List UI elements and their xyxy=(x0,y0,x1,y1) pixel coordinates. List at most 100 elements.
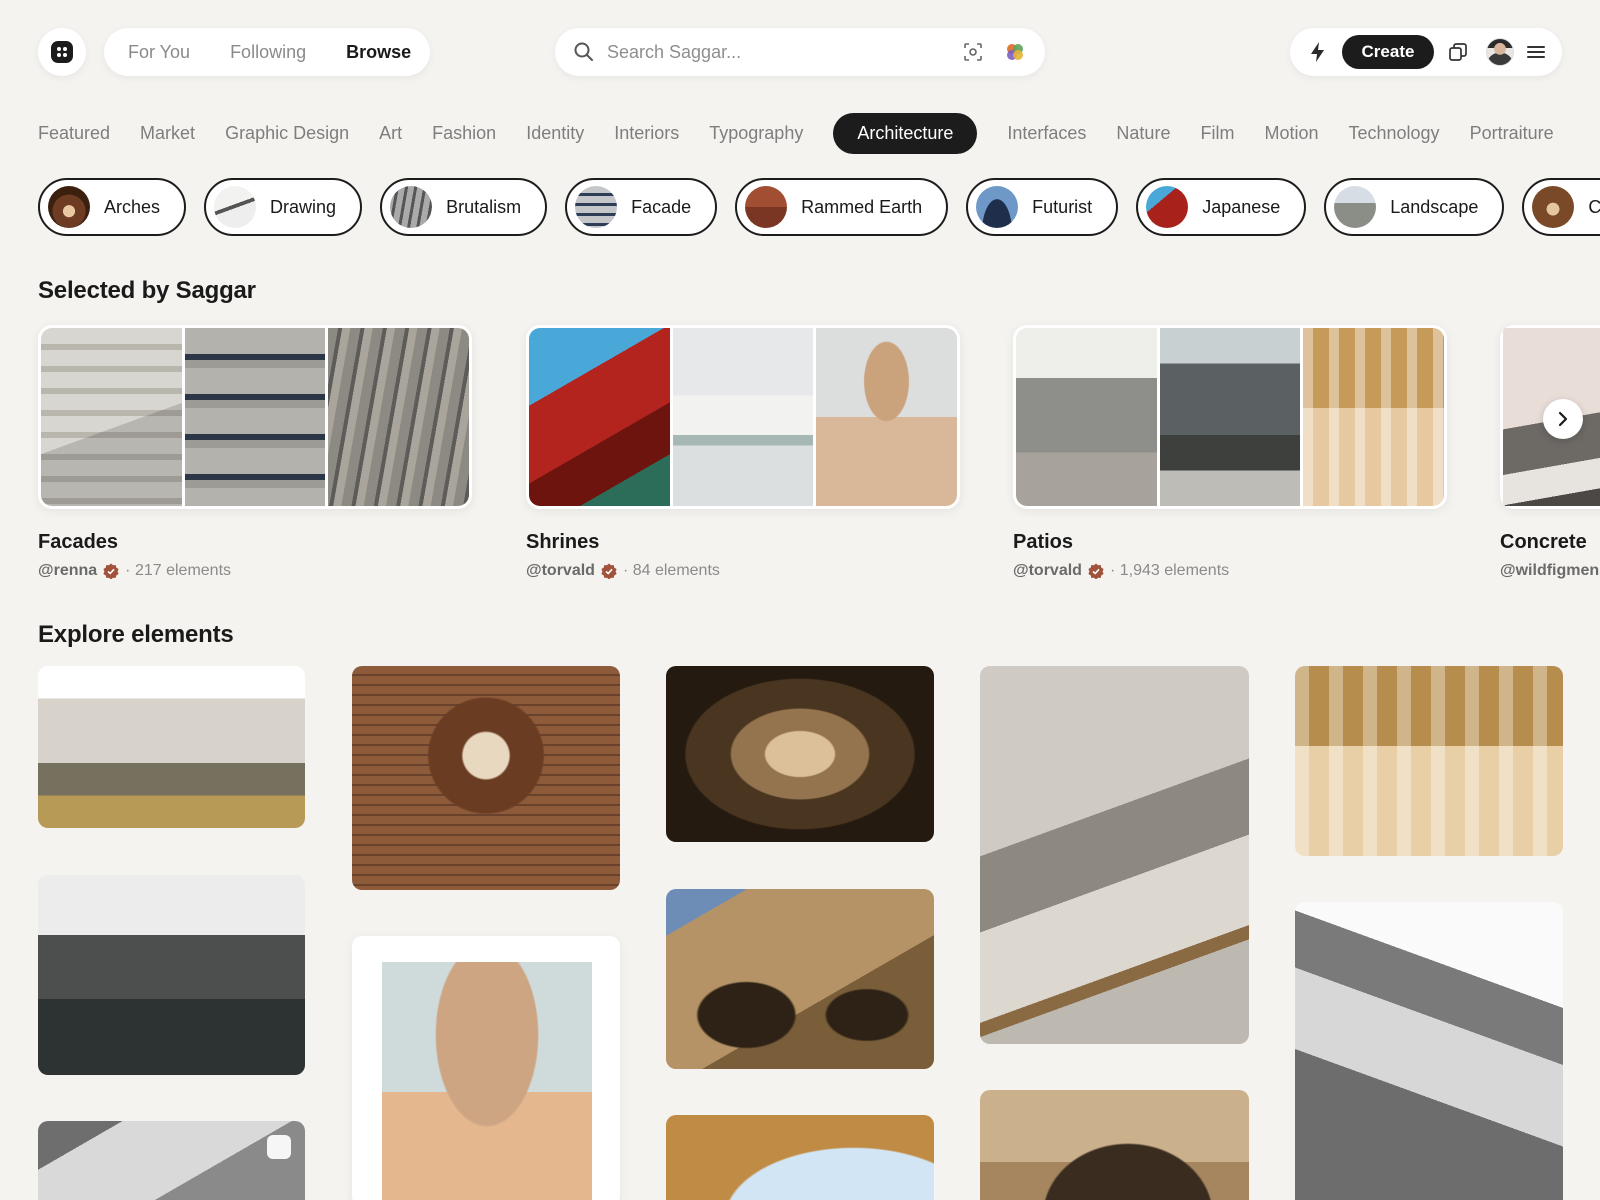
collection-author[interactable]: @wildfigmen xyxy=(1500,562,1599,580)
chip-arches[interactable]: Arches xyxy=(38,178,187,236)
menu-icon[interactable] xyxy=(1526,43,1546,61)
chip-thumbnail xyxy=(1146,186,1189,228)
copy-icon[interactable] xyxy=(1448,42,1468,62)
category-nature[interactable]: Nature xyxy=(1116,123,1170,144)
element-tile[interactable] xyxy=(352,666,620,890)
logo-button[interactable] xyxy=(38,28,86,76)
collection-meta: @torvald · 1,943 elements xyxy=(1013,562,1447,580)
category-architecture[interactable]: Architecture xyxy=(833,112,978,154)
preview-image xyxy=(1159,328,1301,506)
chip-label: Drawing xyxy=(270,196,337,217)
verified-icon xyxy=(1088,563,1104,579)
avatar[interactable] xyxy=(1486,38,1514,66)
collection-meta: @wildfigmen xyxy=(1500,562,1600,580)
element-tile[interactable] xyxy=(980,1090,1249,1200)
category-fashion[interactable]: Fashion xyxy=(432,123,496,144)
preview-image xyxy=(41,328,182,506)
mode-tabs: For You Following Browse xyxy=(104,28,430,76)
category-nav: Featured Market Graphic Design Art Fashi… xyxy=(38,112,1600,154)
category-interfaces[interactable]: Interfaces xyxy=(1007,123,1086,144)
category-featured[interactable]: Featured xyxy=(38,123,110,144)
element-tile[interactable] xyxy=(352,936,620,1200)
collection-card[interactable]: Concrete @wildfigmen xyxy=(1500,325,1600,580)
element-tile[interactable] xyxy=(666,889,934,1069)
collection-count: · 217 elements xyxy=(125,562,232,579)
chip-thumbnail xyxy=(745,186,788,228)
category-portraiture[interactable]: Portraiture xyxy=(1470,123,1554,144)
collection-card[interactable]: Patios @torvald · 1,943 elements xyxy=(1013,325,1447,580)
collection-card[interactable]: Shrines @torvald · 84 elements xyxy=(526,325,960,580)
collection-title: Patios xyxy=(1013,531,1074,553)
category-typography[interactable]: Typography xyxy=(709,123,803,144)
chip-thumbnail xyxy=(390,186,433,228)
element-tile[interactable] xyxy=(980,666,1249,1044)
chip-co[interactable]: Co xyxy=(1522,178,1600,236)
select-checkbox[interactable] xyxy=(267,1135,291,1159)
chevron-right-icon xyxy=(1558,411,1568,427)
color-search-icon[interactable] xyxy=(1005,42,1025,62)
create-button[interactable]: Create xyxy=(1342,35,1434,69)
collection-card[interactable]: Facades @renna · 217 elements xyxy=(38,325,472,580)
element-tile[interactable] xyxy=(666,666,934,842)
chip-label: Japanese xyxy=(1202,196,1281,217)
tab-browse[interactable]: Browse xyxy=(346,42,411,63)
preview-image xyxy=(672,328,814,506)
chip-brutalism[interactable]: Brutalism xyxy=(380,178,548,236)
verified-icon xyxy=(601,563,617,579)
preview-image xyxy=(1016,328,1157,506)
tab-following[interactable]: Following xyxy=(230,42,306,63)
collection-author[interactable]: @torvald xyxy=(1013,562,1082,580)
search-icon xyxy=(574,42,593,61)
chip-landscape[interactable]: Landscape xyxy=(1324,178,1505,236)
preview-image xyxy=(529,328,670,506)
chip-label: Futurist xyxy=(1032,196,1093,217)
bolt-icon[interactable] xyxy=(1308,41,1328,63)
element-tile[interactable] xyxy=(1295,666,1563,856)
category-identity[interactable]: Identity xyxy=(526,123,584,144)
category-film[interactable]: Film xyxy=(1200,123,1234,144)
chip-label: Brutalism xyxy=(446,196,522,217)
collection-preview xyxy=(526,325,960,509)
chip-rammed-earth[interactable]: Rammed Earth xyxy=(735,178,949,236)
category-interiors[interactable]: Interiors xyxy=(614,123,679,144)
element-tile[interactable] xyxy=(666,1115,934,1200)
chip-label: Co xyxy=(1588,196,1600,217)
search-input[interactable] xyxy=(607,36,937,68)
chip-label: Arches xyxy=(104,196,161,217)
category-art[interactable]: Art xyxy=(379,123,402,144)
chip-label: Landscape xyxy=(1390,196,1479,217)
verified-icon xyxy=(103,563,119,579)
collection-author[interactable]: @renna xyxy=(38,562,97,580)
category-graphic-design[interactable]: Graphic Design xyxy=(225,123,349,144)
element-tile[interactable] xyxy=(1295,902,1563,1200)
chip-japanese[interactable]: Japanese xyxy=(1136,178,1307,236)
preview-image xyxy=(816,328,958,506)
page: For You Following Browse Search Saggar..… xyxy=(0,0,1600,1200)
visual-search-icon[interactable] xyxy=(963,42,983,62)
section-title-explore: Explore elements xyxy=(38,621,234,648)
chip-thumbnail xyxy=(1532,186,1575,228)
element-tile[interactable] xyxy=(38,875,305,1075)
category-motion[interactable]: Motion xyxy=(1264,123,1318,144)
collection-meta: @renna · 217 elements xyxy=(38,562,472,580)
tab-for-you[interactable]: For You xyxy=(128,42,190,63)
chip-thumbnail xyxy=(48,186,90,228)
chip-facade[interactable]: Facade xyxy=(565,178,718,236)
chip-thumbnail xyxy=(1334,186,1377,228)
collection-count: · 1,943 elements xyxy=(1109,562,1230,579)
category-technology[interactable]: Technology xyxy=(1348,123,1439,144)
subcategory-chips: Arches Drawing Brutalism Facade Rammed E… xyxy=(38,178,1600,236)
collection-preview xyxy=(38,325,472,509)
section-title-selected: Selected by Saggar xyxy=(38,277,256,304)
element-tile[interactable] xyxy=(38,666,305,828)
chip-drawing[interactable]: Drawing xyxy=(204,178,363,236)
collection-author[interactable]: @torvald xyxy=(526,562,595,580)
category-market[interactable]: Market xyxy=(140,123,195,144)
carousel-next-button[interactable] xyxy=(1543,399,1583,439)
element-tile[interactable] xyxy=(38,1121,305,1200)
logo-icon xyxy=(51,41,73,63)
chip-futurist[interactable]: Futurist xyxy=(966,178,1119,236)
chip-thumbnail xyxy=(976,186,1019,228)
preview-image xyxy=(1303,328,1445,506)
preview-image xyxy=(184,328,326,506)
